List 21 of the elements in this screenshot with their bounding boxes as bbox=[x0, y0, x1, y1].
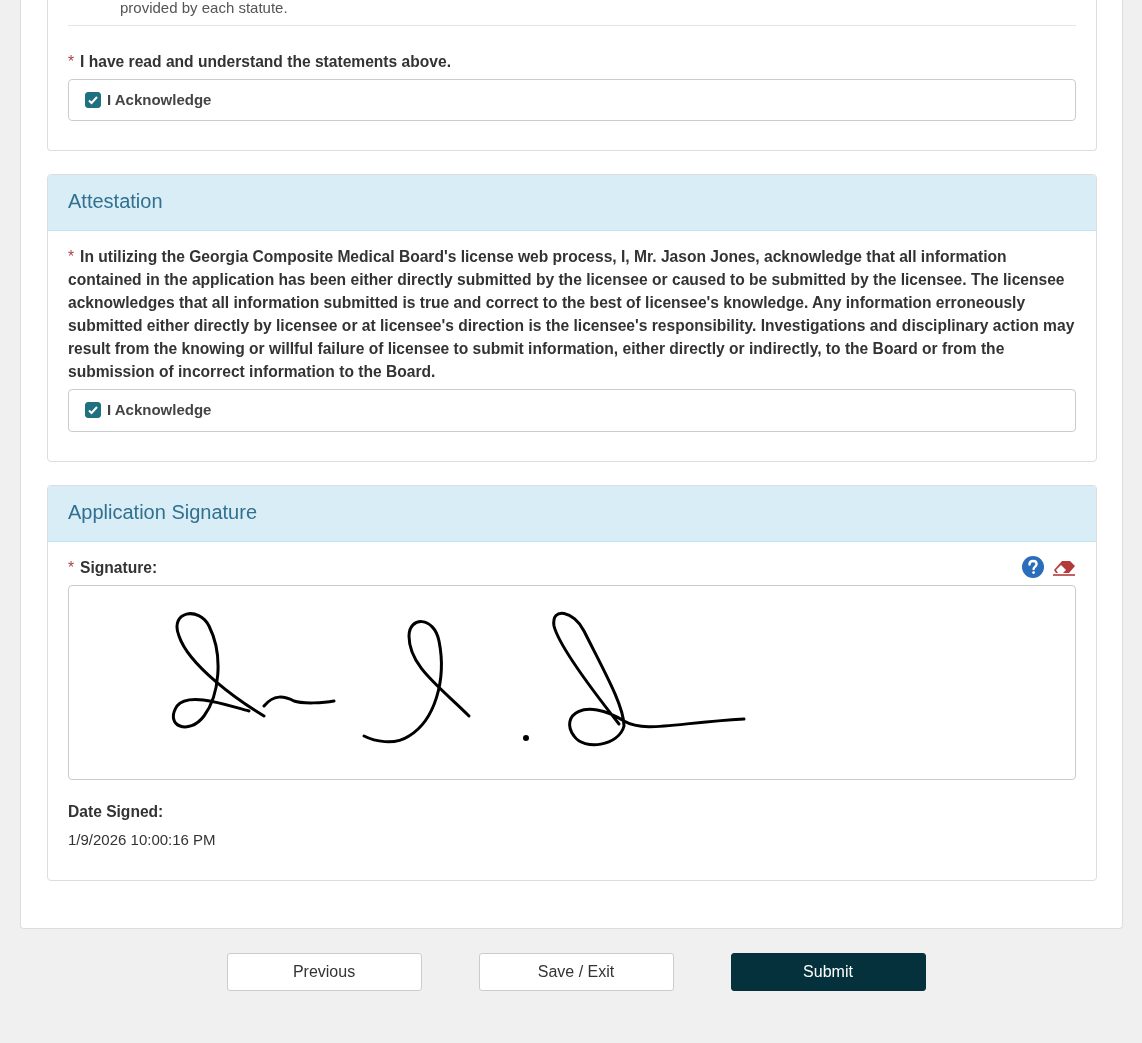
checkbox[interactable] bbox=[85, 91, 101, 108]
form-button[interactable]: Previous bbox=[226, 953, 422, 991]
attestation-statement: * In utilizing the Georgia Composite Medical Board's license web process, I, Mr. Jason Jones, acknowledge that all information contained in the application has been either directly submitted by the licensee or caused to be submitted by the licensee. The licensee acknowledges that all information submitted is true and correct to the best of licensee's knowledge. Any information erroneously submitted either directly by licensee or at licensee's direction is the licensee's responsibility. Investigations and disciplinary action may result from the knowing or willful failure of licensee to submit information, either directly or indirectly, to the Board or from the submission of incorrect information to the Board. bbox=[68, 247, 1076, 382]
signature-label: * Signature: bbox=[68, 557, 158, 578]
form-button[interactable]: Save / Exit bbox=[478, 953, 674, 991]
required-asterisk: * bbox=[68, 558, 75, 576]
required-asterisk: * bbox=[68, 52, 75, 70]
question-label: * I have read and understand the statements above. bbox=[68, 51, 452, 72]
required-asterisk: * bbox=[68, 248, 75, 265]
checkbox-field[interactable]: I Acknowledge bbox=[68, 389, 1076, 432]
panel-title: Application Signature bbox=[48, 485, 1096, 542]
help-icon[interactable] bbox=[1022, 556, 1044, 578]
note-text: provided by each statute. bbox=[119, 0, 289, 18]
checkbox[interactable] bbox=[85, 402, 101, 419]
panel-title: Attestation bbox=[48, 175, 1096, 231]
date-label: Date Signed: bbox=[68, 801, 165, 822]
signature-pad[interactable] bbox=[68, 584, 1076, 780]
date-value: 1/9/2026 10:00:16 PM bbox=[68, 829, 217, 850]
form-button[interactable]: Submit bbox=[730, 953, 926, 991]
checkbox-field[interactable]: I Acknowledge bbox=[68, 78, 1076, 121]
eraser-icon[interactable] bbox=[1052, 558, 1076, 576]
